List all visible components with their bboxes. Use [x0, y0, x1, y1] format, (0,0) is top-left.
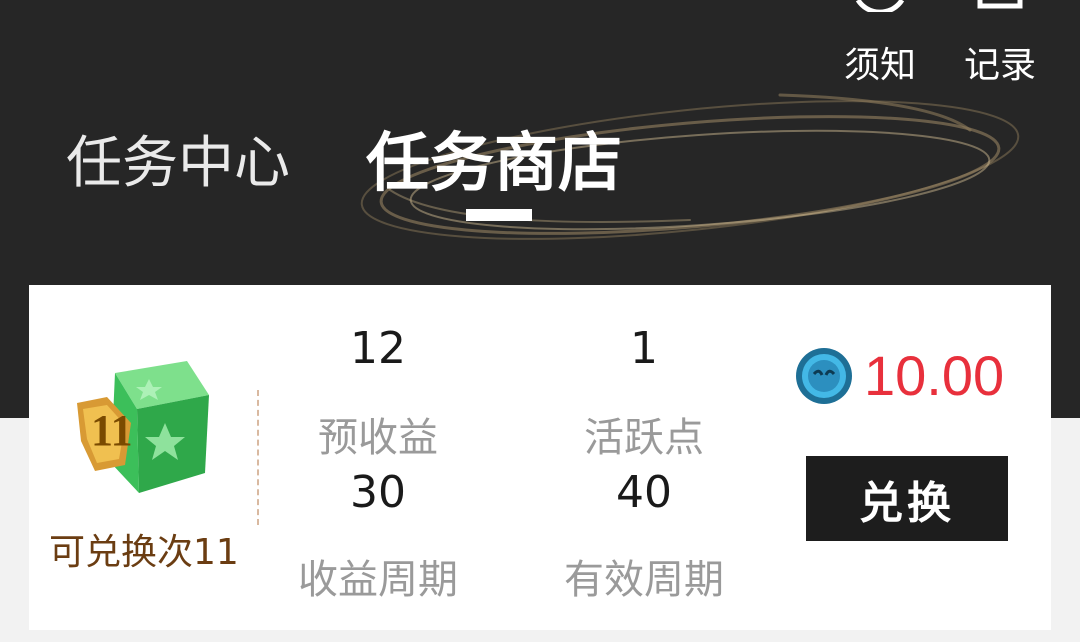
- badge-number: 11: [91, 406, 133, 455]
- active-tab-indicator: [466, 209, 532, 221]
- info-circle-icon: [855, 0, 905, 12]
- stat-label-activity-points: 活跃点: [584, 415, 704, 461]
- stat-value-income-period: 30: [350, 467, 406, 518]
- notice-button[interactable]: 须知: [830, 0, 930, 88]
- exchange-count: 可兑换次11: [49, 532, 239, 573]
- stat-label-income-period: 收益周期: [298, 557, 458, 603]
- stat-label-expected-income: 预收益: [318, 415, 438, 461]
- notice-label: 须知: [843, 45, 916, 86]
- tab-task-store[interactable]: 任务商店: [366, 112, 622, 204]
- tab-task-center[interactable]: 任务中心: [66, 118, 290, 199]
- stat-label-valid-period: 有效周期: [564, 557, 724, 603]
- stat-value-valid-period: 40: [616, 467, 672, 518]
- document-icon: [977, 0, 1023, 9]
- item-icon: 11: [77, 353, 213, 507]
- exchange-button[interactable]: 兑换: [806, 456, 1008, 541]
- record-label: 记录: [963, 45, 1036, 86]
- store-item-card: 11 可兑换次11 12 预收益 1 活跃点 30 收益周期 40 有效周期 1…: [29, 285, 1051, 630]
- record-button[interactable]: 记录: [950, 0, 1050, 88]
- price: 10.00: [864, 344, 1005, 407]
- stat-value-activity-points: 1: [630, 323, 658, 374]
- stat-value-expected-income: 12: [350, 323, 406, 374]
- coin-icon: [796, 348, 852, 404]
